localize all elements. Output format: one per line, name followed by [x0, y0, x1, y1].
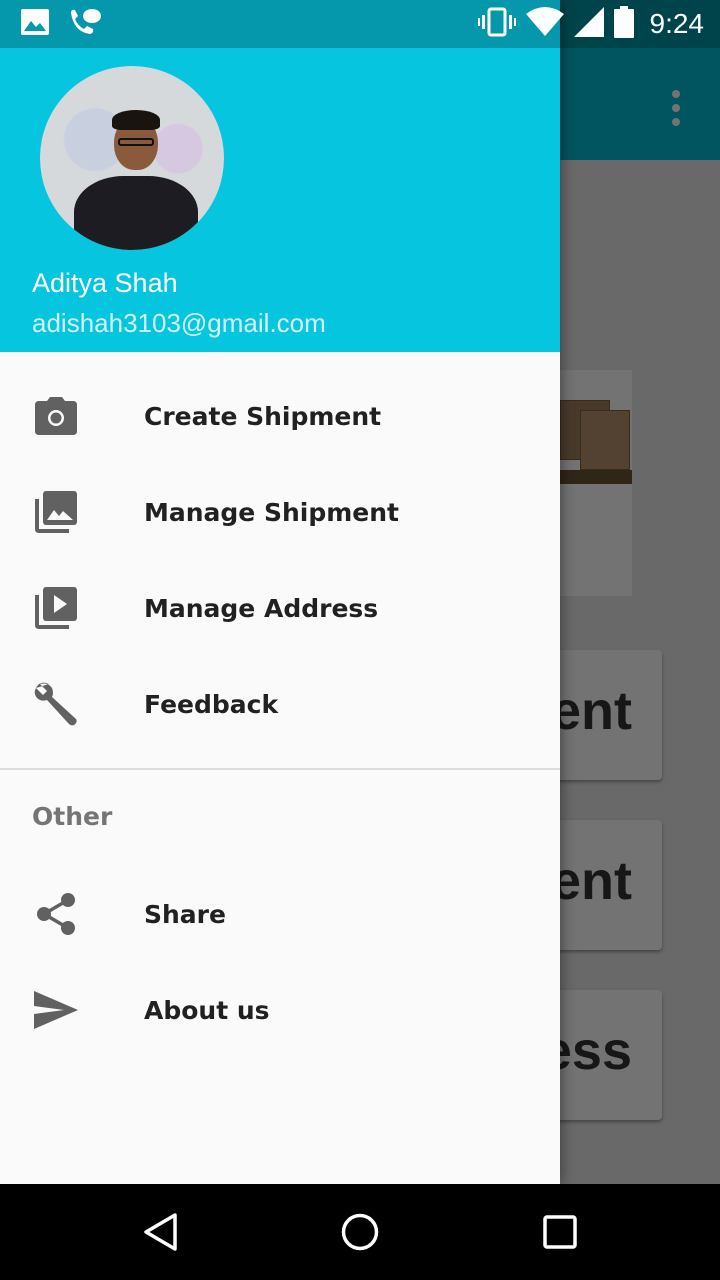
menu-item-label: About us [144, 995, 270, 1025]
drawer-menu-other: Share About us [0, 866, 560, 1058]
drawer-menu: Create Shipment Manage Shipment Manage A… [0, 368, 560, 752]
user-email: adishah3103@gmail.com [32, 308, 326, 338]
share-icon [32, 890, 80, 938]
video-library-icon [32, 584, 80, 632]
menu-item-share[interactable]: Share [0, 866, 560, 962]
drawer-header: Aditya Shah adishah3103@gmail.com [0, 0, 560, 352]
photo-library-icon [32, 488, 80, 536]
battery-icon [613, 6, 634, 42]
recents-icon[interactable] [536, 1208, 584, 1256]
avatar[interactable] [40, 66, 224, 250]
menu-item-label: Create Shipment [144, 401, 382, 431]
voicemail-chat-icon [68, 7, 102, 41]
status-time: 9:24 [649, 8, 705, 39]
menu-item-label: Manage Address [144, 593, 379, 623]
signal-icon [573, 7, 604, 41]
send-icon [32, 986, 80, 1034]
menu-item-feedback[interactable]: Feedback [0, 656, 560, 752]
drawer-status-bar [0, 0, 560, 48]
menu-item-about-us[interactable]: About us [0, 962, 560, 1058]
menu-item-manage-address[interactable]: Manage Address [0, 560, 560, 656]
camera-icon [32, 392, 80, 440]
image-notification-icon [20, 8, 50, 40]
menu-item-create-shipment[interactable]: Create Shipment [0, 368, 560, 464]
wrench-icon [32, 680, 80, 728]
home-icon[interactable] [336, 1208, 384, 1256]
status-bar-right: 9:24 [477, 4, 705, 44]
menu-item-label: Manage Shipment [144, 497, 399, 527]
menu-item-label: Share [144, 899, 226, 929]
navigation-drawer: Aditya Shah adishah3103@gmail.com Create… [0, 0, 560, 1184]
vibrate-icon [477, 6, 516, 42]
section-title-other: Other [32, 802, 113, 831]
menu-item-manage-shipment[interactable]: Manage Shipment [0, 464, 560, 560]
menu-item-label: Feedback [144, 689, 279, 719]
wifi-icon [525, 7, 564, 41]
status-bar-left [20, 8, 102, 40]
menu-divider [0, 768, 560, 770]
back-icon[interactable] [136, 1208, 184, 1256]
user-name: Aditya Shah [32, 268, 178, 298]
system-nav-bar [0, 1184, 720, 1280]
